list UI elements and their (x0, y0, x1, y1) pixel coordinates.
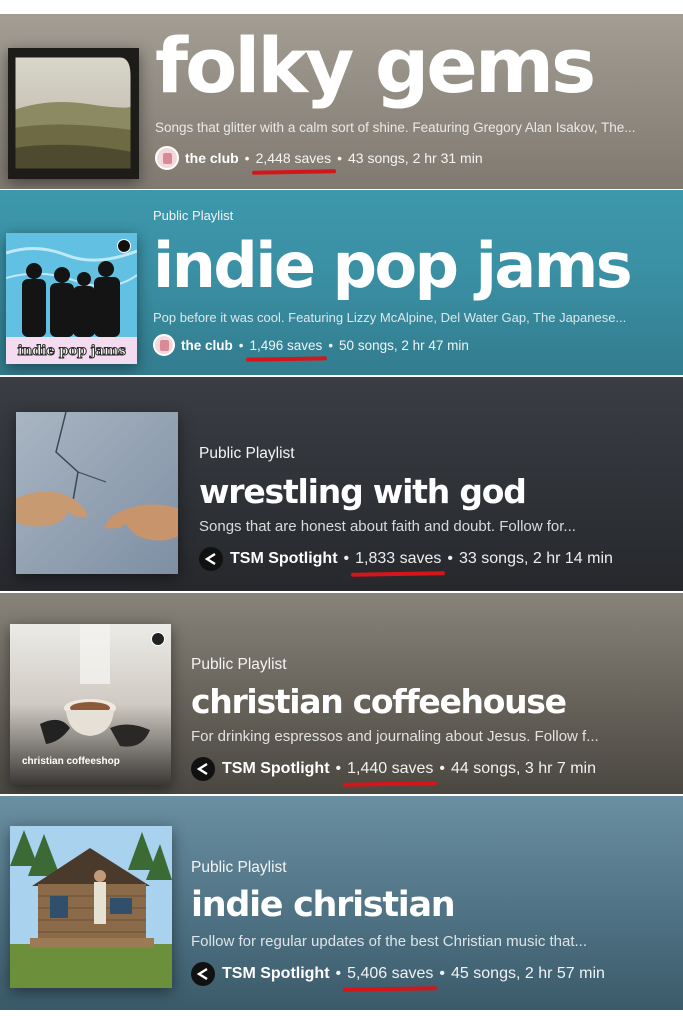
separator: • (337, 150, 342, 166)
playlist-info: Public Playlist indie christian Follow f… (191, 859, 675, 986)
playlist-info: Public Playlist indie pop jams Pop befor… (153, 208, 675, 356)
owner-name[interactable]: the club (185, 150, 239, 166)
tsm-arrow-logo-icon (196, 762, 208, 776)
playlist-description: Songs that glitter with a calm sort of s… (155, 120, 636, 135)
separator: • (447, 550, 454, 567)
playlist-label: Public Playlist (153, 208, 234, 223)
playlist-details: 44 songs, 3 hr 7 min (451, 760, 596, 777)
playlist-card-folky-gems[interactable]: folky gems Songs that glitter with a cal… (0, 14, 683, 189)
saves-count: 2,448 saves (255, 150, 332, 166)
owner-avatar-icon[interactable] (155, 146, 179, 170)
playlist-meta: TSM Spotlight • 1,833 saves • 33 songs, … (199, 547, 675, 571)
cabin-photo-image (10, 826, 172, 988)
tsm-arrow-logo-icon (196, 967, 208, 981)
separator: • (328, 337, 334, 353)
owner-name[interactable]: TSM Spotlight (222, 760, 330, 778)
playlist-details: 50 songs, 2 hr 47 min (339, 337, 469, 353)
playlist-title: indie christian (191, 885, 456, 925)
playlist-details: 45 songs, 2 hr 57 min (451, 965, 605, 982)
playlist-card-indie-pop-jams[interactable]: indie pop jams Public Playlist indie pop… (0, 190, 683, 375)
playlist-meta: TSM Spotlight • 5,406 saves • 45 songs, … (191, 962, 675, 986)
saves-count: 1,833 saves (355, 550, 442, 567)
playlist-cover[interactable]: indie pop jams (6, 233, 137, 364)
playlist-card-wrestling-with-god[interactable]: Public Playlist wrestling with god Songs… (0, 377, 683, 591)
playlist-label: Public Playlist (191, 656, 287, 673)
playlist-cover[interactable] (10, 826, 172, 988)
separator: • (439, 965, 446, 982)
playlist-title: christian coffeehouse (191, 682, 567, 721)
playlist-cover[interactable] (16, 412, 178, 574)
spotify-logo-icon (117, 239, 131, 253)
playlist-label: Public Playlist (199, 445, 295, 462)
tsm-arrow-logo-icon (204, 552, 216, 566)
separator: • (439, 760, 446, 777)
owner-name[interactable]: TSM Spotlight (230, 550, 338, 568)
owner-name[interactable]: TSM Spotlight (222, 965, 330, 983)
playlist-description: For drinking espressos and journaling ab… (191, 728, 599, 745)
owner-name[interactable]: the club (181, 338, 233, 353)
playlist-card-christian-coffeehouse[interactable]: christian coffeeshop Public Playlist chr… (0, 593, 683, 794)
playlist-meta: the club • 1,496 saves • 50 songs, 2 hr … (153, 334, 675, 356)
playlist-info: Public Playlist christian coffeehouse Fo… (191, 656, 675, 781)
separator: • (244, 150, 250, 166)
owner-avatar-icon[interactable] (199, 547, 223, 571)
playlist-cover[interactable]: christian coffeeshop (10, 624, 171, 785)
playlist-meta: TSM Spotlight • 1,440 saves • 44 songs, … (191, 757, 675, 781)
cover-text: indie pop jams (17, 343, 127, 360)
playlist-details: 43 songs, 2 hr 31 min (347, 150, 483, 166)
playlist-meta: the club • 2,448 saves • 43 songs, 2 hr … (155, 146, 675, 170)
owner-avatar-icon[interactable] (191, 757, 215, 781)
playlist-title: folky gems (155, 21, 596, 110)
playlist-cover[interactable] (8, 48, 139, 179)
saves-count: 1,496 saves (249, 337, 323, 353)
playlist-details: 33 songs, 2 hr 14 min (459, 550, 613, 567)
playlist-description: Follow for regular updates of the best C… (191, 933, 588, 950)
separator: • (343, 550, 350, 567)
playlist-label: Public Playlist (191, 859, 287, 876)
playlist-card-indie-christian[interactable]: Public Playlist indie christian Follow f… (0, 796, 683, 1010)
playlist-title: wrestling with god (199, 472, 527, 511)
owner-avatar-icon[interactable] (153, 334, 175, 356)
playlist-title: indie pop jams (153, 229, 633, 302)
spotify-logo-icon (151, 632, 165, 646)
saves-count: 5,406 saves (347, 965, 434, 982)
separator: • (335, 760, 342, 777)
playlist-description: Songs that are honest about faith and do… (199, 518, 576, 535)
cover-text: christian coffeeshop (22, 756, 120, 767)
hands-painting-image (16, 412, 178, 574)
separator: • (238, 337, 244, 353)
separator: • (335, 965, 342, 982)
saves-count: 1,440 saves (347, 760, 434, 777)
playlist-info: Public Playlist wrestling with god Songs… (199, 445, 675, 571)
playlist-description: Pop before it was cool. Featuring Lizzy … (153, 310, 627, 325)
playlist-info: folky gems Songs that glitter with a cal… (155, 28, 675, 170)
landscape-image (12, 54, 134, 172)
owner-avatar-icon[interactable] (191, 962, 215, 986)
